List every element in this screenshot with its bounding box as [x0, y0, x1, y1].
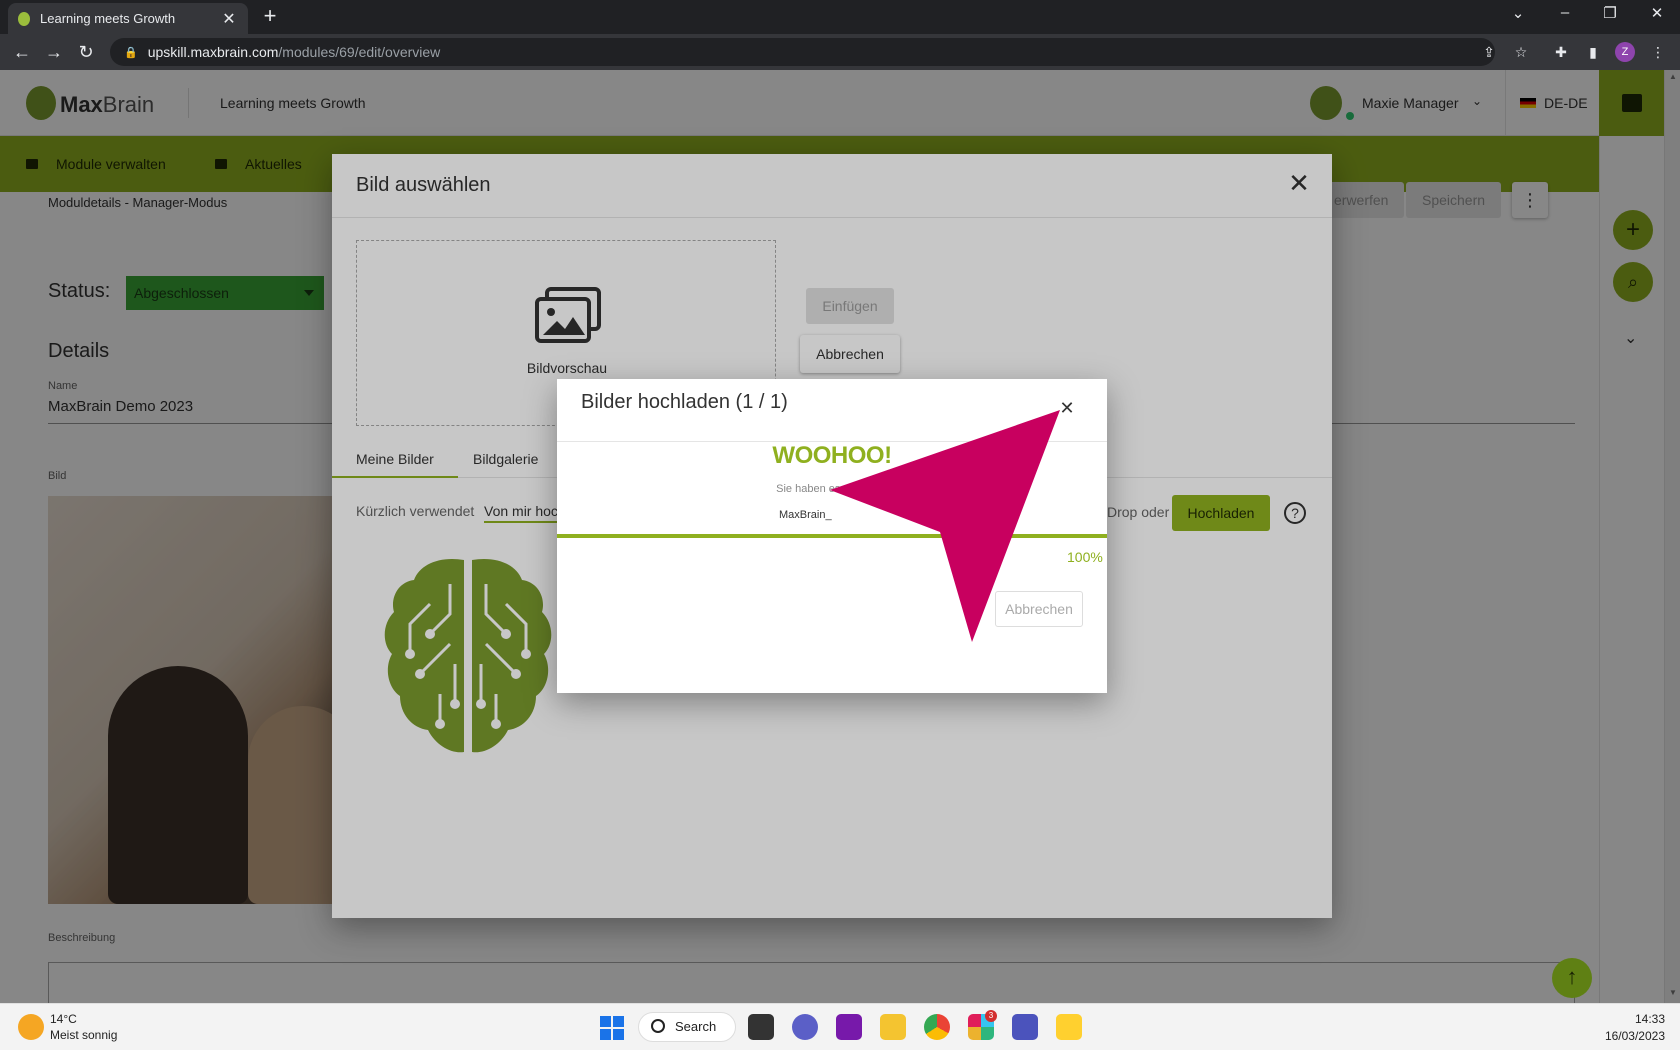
taskbar-search[interactable]: Search	[638, 1012, 736, 1042]
close-icon[interactable]: ✕	[1057, 398, 1077, 418]
address-bar[interactable]: 🔒 upskill.maxbrain.com/modules/69/edit/o…	[110, 38, 1495, 66]
upload-progress-label: 100%	[1067, 549, 1103, 565]
dialog-header: Bilder hochladen (1 / 1) ✕	[557, 379, 1107, 442]
restore-icon[interactable]: ❐	[1598, 4, 1622, 22]
profile-avatar[interactable]: Z	[1615, 42, 1635, 62]
clock-date[interactable]: 16/03/2023	[1600, 1029, 1665, 1043]
browser-menu-icon[interactable]: ⋮	[1648, 42, 1668, 62]
url-path: /modules/69/edit/overview	[278, 44, 441, 60]
browser-tab-title: Learning meets Growth	[40, 11, 176, 26]
extensions-puzzle-icon[interactable]: ✚	[1551, 42, 1571, 62]
upload-images-dialog: Bilder hochladen (1 / 1) ✕ WOOHOO! Sie h…	[557, 379, 1107, 693]
file-explorer-icon[interactable]	[880, 1014, 906, 1040]
onenote-icon[interactable]	[836, 1014, 862, 1040]
success-subtext: Sie haben es geschafft	[776, 483, 888, 495]
clock-time[interactable]: 14:33	[1620, 1012, 1665, 1026]
upload-progress-bar	[557, 534, 1107, 538]
side-panel-icon[interactable]: ▮	[1583, 42, 1603, 62]
dialog-title: Bilder hochladen (1 / 1)	[581, 391, 788, 413]
share-icon[interactable]: ⇪	[1479, 42, 1499, 62]
search-icon	[651, 1019, 665, 1033]
weather-description[interactable]: Meist sonnig	[50, 1028, 117, 1042]
reload-icon[interactable]: ↻	[74, 40, 98, 64]
upload-progress-fill	[557, 534, 1107, 538]
task-view-icon[interactable]	[748, 1014, 774, 1040]
weather-sun-icon[interactable]	[18, 1014, 44, 1040]
close-window-icon[interactable]: ✕	[1645, 4, 1669, 22]
browser-tab[interactable]: Learning meets Growth ✕	[8, 3, 248, 34]
close-tab-icon[interactable]: ✕	[220, 9, 238, 29]
url-host: upskill.maxbrain.com	[147, 44, 279, 60]
maxbrain-favicon-icon	[18, 11, 30, 26]
miro-icon[interactable]	[1056, 1014, 1082, 1040]
minimize-icon[interactable]: –	[1553, 4, 1577, 21]
lock-icon: 🔒	[124, 46, 138, 59]
cancel-upload-button[interactable]: Abbrechen	[995, 591, 1083, 627]
windows-start-icon[interactable]	[600, 1016, 624, 1040]
teams-icon[interactable]	[1012, 1014, 1038, 1040]
forward-arrow-icon[interactable]: →	[42, 40, 66, 64]
tab-search-chevron-icon[interactable]: ⌄	[1506, 4, 1530, 22]
new-tab-icon[interactable]: +	[258, 5, 282, 29]
slack-notification-badge: 3	[985, 1010, 997, 1022]
back-arrow-icon[interactable]: ←	[10, 40, 34, 64]
browser-tab-strip: Learning meets Growth ✕ + ⌄ – ❐ ✕	[0, 0, 1680, 34]
browser-toolbar: ← → ↻ 🔒 upskill.maxbrain.com/modules/69/…	[0, 34, 1680, 70]
chrome-icon[interactable]	[924, 1014, 950, 1040]
windows-taskbar: 14°C Meist sonnig Search 3 14:33 16/03/2…	[0, 1003, 1680, 1050]
taskbar-search-label: Search	[675, 1019, 717, 1034]
uploaded-file-name: MaxBrain_	[779, 509, 832, 521]
weather-temperature[interactable]: 14°C	[50, 1012, 77, 1026]
success-headline: WOOHOO!	[772, 442, 892, 469]
bookmark-star-icon[interactable]: ☆	[1511, 42, 1531, 62]
teams-chat-icon[interactable]	[792, 1014, 818, 1040]
